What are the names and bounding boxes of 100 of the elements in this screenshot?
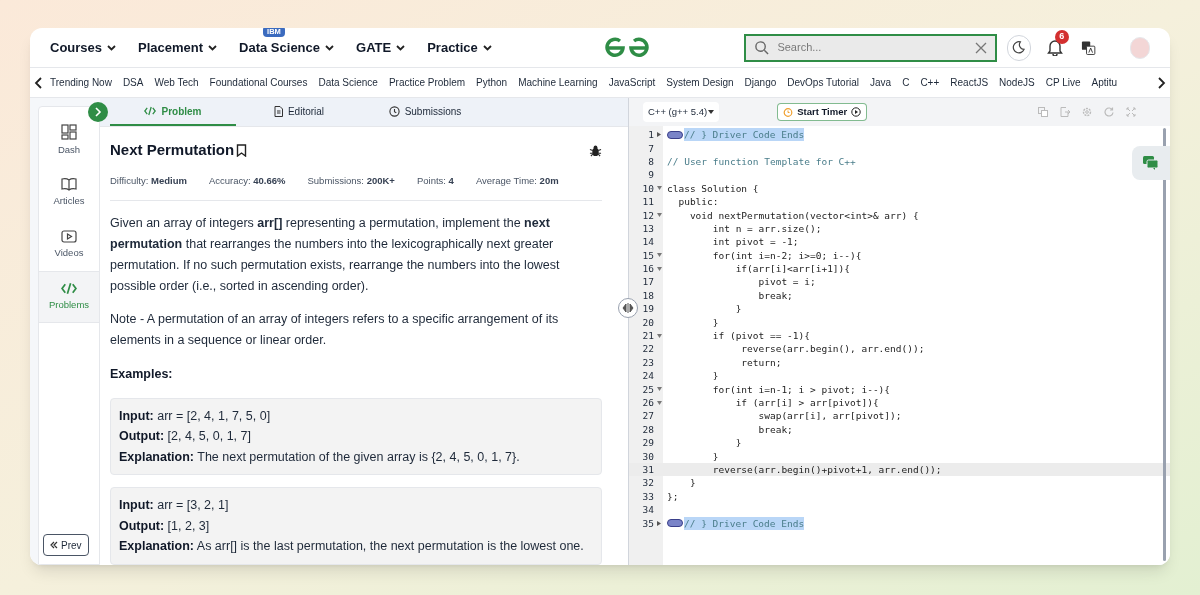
category-link[interactable]: Machine Learning <box>518 75 598 90</box>
fold-marker-icon[interactable] <box>657 520 661 526</box>
tab[interactable]: Submissions <box>362 98 488 126</box>
nav-menu[interactable]: Placement <box>138 37 218 58</box>
problem-stat: Difficulty: Medium <box>110 173 187 188</box>
sidebar-item[interactable]: Problems <box>39 271 99 323</box>
fold-toggle-icon[interactable] <box>656 253 662 258</box>
line-number: 20 <box>641 315 655 329</box>
chat-button[interactable] <box>1132 146 1170 180</box>
example-line: Explanation: The next permutation of the given array is {2, 4, 5, 0, 1, 7}. <box>119 448 521 466</box>
nav-menu[interactable]: Data Science <box>239 37 334 58</box>
search-field[interactable]: Search... <box>744 33 997 62</box>
category-link[interactable]: NodeJS <box>999 75 1035 90</box>
folded-code-marker[interactable] <box>667 519 683 527</box>
prev-button[interactable]: Prev <box>43 534 89 556</box>
sidebar-item[interactable]: Dash <box>39 115 99 167</box>
category-link[interactable]: Data Science <box>318 75 378 90</box>
line-number: 35 <box>641 516 655 530</box>
line-number: 28 <box>641 422 655 436</box>
code-line: pivot = i; <box>757 275 816 289</box>
code-icon <box>144 106 157 116</box>
category-link[interactable]: JavaScript <box>608 75 656 90</box>
logo-icon[interactable] <box>605 36 650 59</box>
bell-icon[interactable] <box>1046 39 1063 56</box>
language-dropdown[interactable]: C++ (g++ 5.4) <box>643 102 720 122</box>
category-link[interactable]: CP Live <box>1045 75 1081 90</box>
sidebar-item[interactable]: Videos <box>39 219 99 271</box>
example-line: Input: arr = [3, 2, 1] <box>119 497 230 514</box>
split-arrows-icon <box>622 303 634 313</box>
category-link[interactable]: Aptitu <box>1091 75 1118 90</box>
folded-code-marker[interactable] <box>667 130 683 139</box>
double-chevron-left-icon <box>50 541 58 549</box>
code-icon <box>61 281 77 295</box>
category-link[interactable]: Web Tech <box>154 75 199 90</box>
code-line: } <box>734 302 742 316</box>
caret-icon <box>708 110 715 114</box>
line-number: 14 <box>641 235 655 249</box>
dashboard-icon <box>61 124 77 141</box>
fold-marker-icon[interactable] <box>657 132 661 138</box>
fold-toggle-icon[interactable] <box>656 400 662 405</box>
line-number: 10 <box>641 181 655 195</box>
nav-menu[interactable]: Courses <box>50 37 117 58</box>
code-line: } <box>734 436 742 450</box>
code-line: break; <box>757 288 793 302</box>
bug-icon[interactable] <box>589 143 602 157</box>
category-link[interactable]: Java <box>870 75 892 90</box>
fold-toggle-icon[interactable] <box>656 266 662 271</box>
start-timer-button[interactable]: Start Timer <box>777 103 868 121</box>
clear-icon[interactable] <box>974 41 987 54</box>
notification-count: 6 <box>1054 30 1069 44</box>
code-line: // User function Template for C++ <box>667 154 856 168</box>
category-link[interactable]: C++ <box>920 75 940 90</box>
problem-note: Note - A permutation of an array of integers refers to a specific arrangement of its elements in a sequence or linear order. <box>110 310 560 349</box>
line-number: 25 <box>641 382 655 396</box>
video-icon <box>61 229 77 243</box>
fold-toggle-icon[interactable] <box>656 186 662 191</box>
nav-menu[interactable]: GATE <box>356 37 406 58</box>
example-line: Output: [2, 4, 5, 0, 1, 7] <box>119 428 252 445</box>
category-link[interactable]: System Design <box>666 75 734 90</box>
code-line: return; <box>740 355 782 369</box>
category-link[interactable]: C <box>902 75 910 90</box>
category-link[interactable]: Practice Problem <box>388 75 466 90</box>
code-line: int pivot = -1; <box>711 235 799 249</box>
translate-icon[interactable] <box>1080 39 1096 56</box>
line-number: 18 <box>641 288 655 302</box>
moon-icon <box>1012 41 1026 54</box>
code-line: if (arr[i] > arr[pivot]){ <box>734 396 879 409</box>
sidebar-item[interactable]: Articles <box>39 167 99 219</box>
problem-stat: Accuracy: 40.66% <box>208 173 286 188</box>
code-line: void nextPermutation(vector<int>& arr) { <box>688 208 919 222</box>
examples-heading: Examples: <box>110 365 174 383</box>
line-number: 32 <box>641 476 655 490</box>
book-icon <box>61 177 77 192</box>
bookmark-icon[interactable] <box>236 143 248 157</box>
category-link[interactable]: DevOps Tutorial <box>787 75 859 90</box>
code-line: break; <box>757 422 793 436</box>
code-line: swap(arr[i], arr[pivot]); <box>757 409 902 423</box>
category-link[interactable]: DSA <box>122 75 144 90</box>
code-line: for(int i=n-2; i>=0; i--){ <box>711 248 862 262</box>
fold-toggle-icon[interactable] <box>656 333 662 338</box>
line-number: 29 <box>641 436 655 450</box>
category-link[interactable]: ReactJS <box>950 75 989 90</box>
caret-icon <box>107 44 117 51</box>
fold-toggle-icon[interactable] <box>656 213 662 218</box>
line-number: 34 <box>641 503 655 517</box>
tab[interactable]: Problem <box>110 98 236 126</box>
caret-icon <box>396 44 406 51</box>
chevron-right-icon[interactable] <box>1156 76 1166 89</box>
chevron-left-icon[interactable] <box>34 76 44 89</box>
nav-menu[interactable]: Practice <box>427 37 492 58</box>
search-input[interactable]: Search... <box>777 39 967 56</box>
category-link[interactable]: Foundational Courses <box>209 75 308 90</box>
category-link[interactable]: Django <box>744 75 777 90</box>
fold-toggle-icon[interactable] <box>656 387 662 392</box>
category-link[interactable]: Trending Now <box>50 75 112 90</box>
tab[interactable]: Editorial <box>236 98 362 126</box>
category-link[interactable]: Python <box>476 75 508 90</box>
code-line: for(int i=n-1; i > pivot; i--){ <box>711 382 891 396</box>
play-icon <box>851 107 862 117</box>
code-line: class Solution { <box>667 181 759 195</box>
